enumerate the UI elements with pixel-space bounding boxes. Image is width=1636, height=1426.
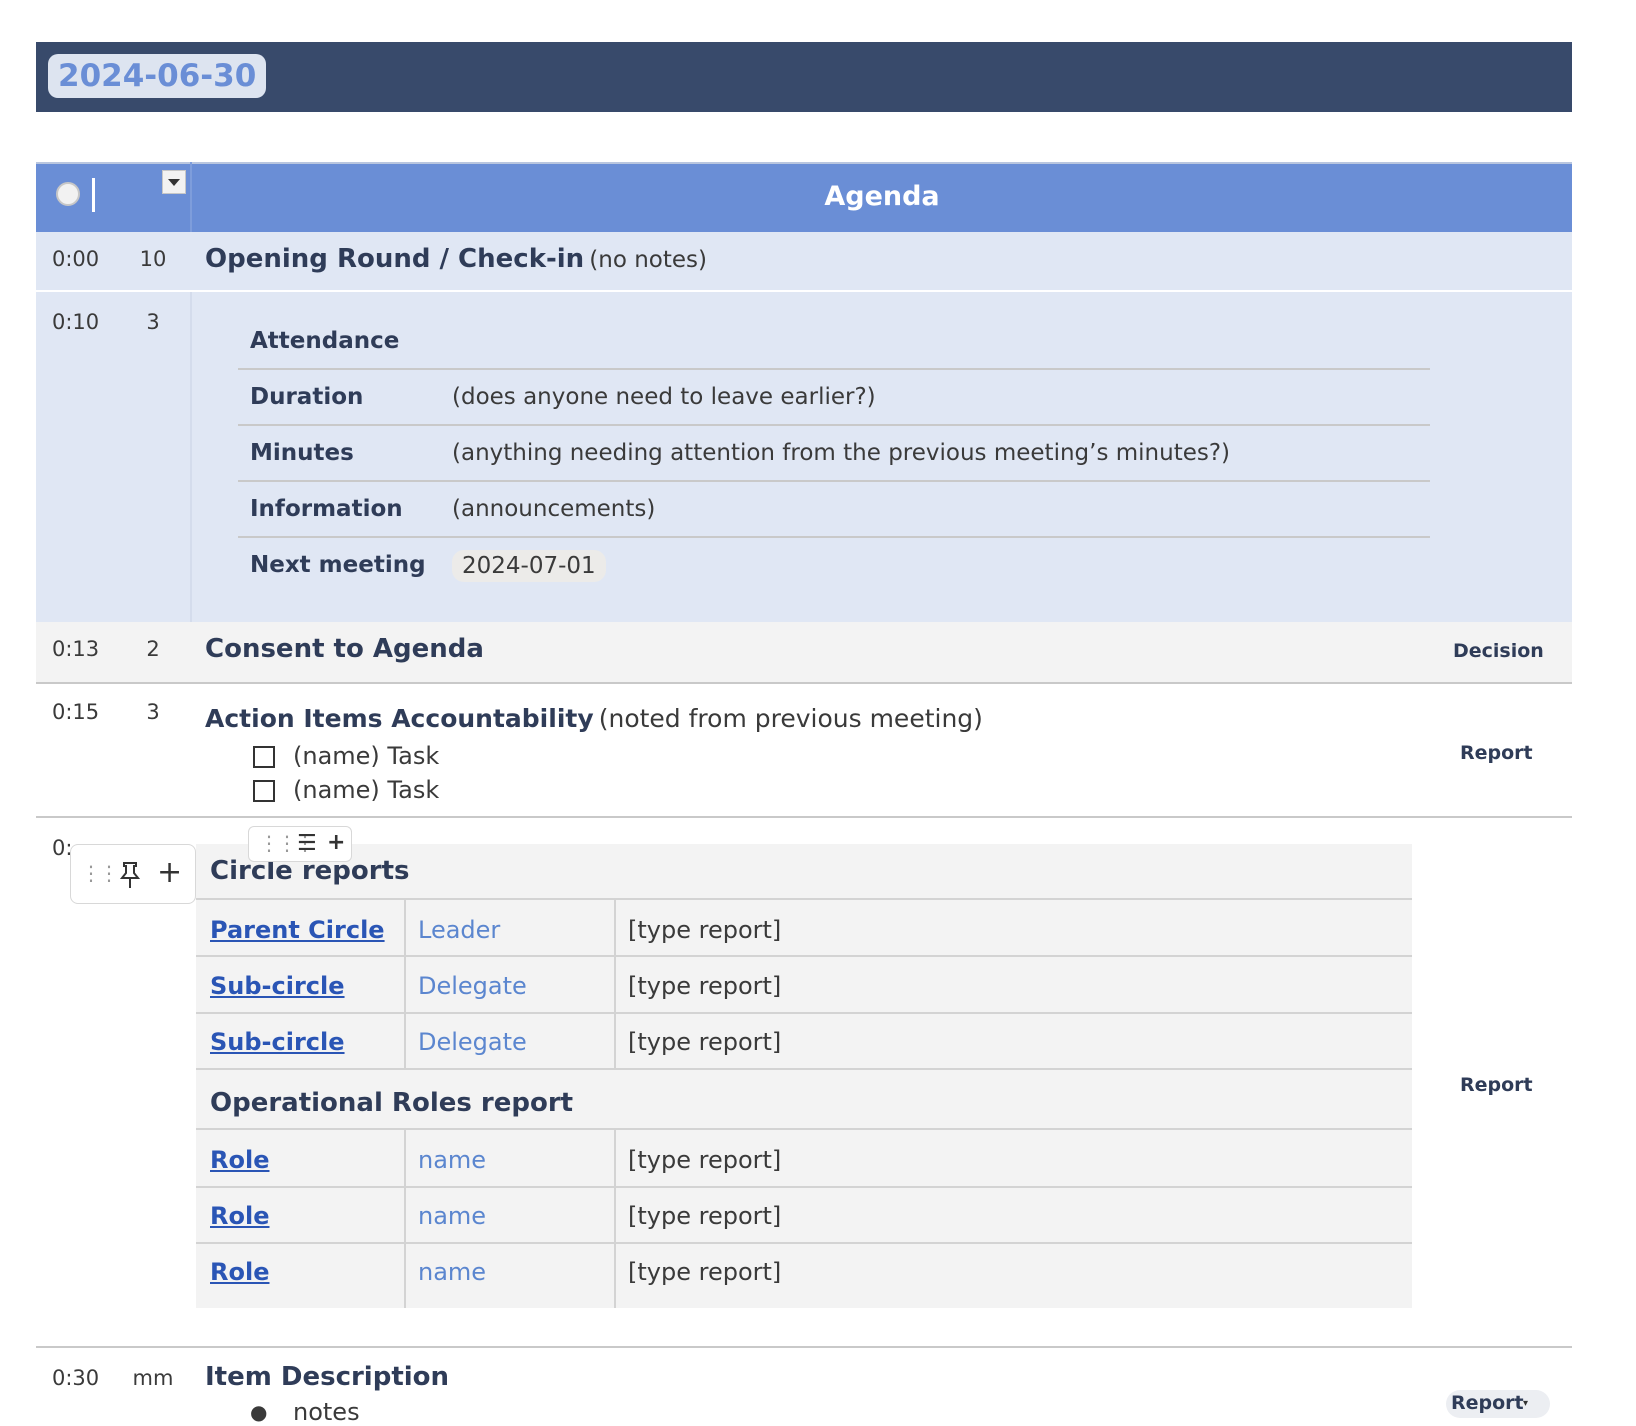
divider (36, 682, 1572, 684)
circle-role[interactable]: Delegate (418, 1028, 527, 1056)
attendance-value[interactable]: (does anyone need to leave earlier?) (452, 384, 876, 410)
task-checkbox[interactable] (253, 780, 275, 802)
attendance-label: Next meeting (250, 552, 426, 578)
col-divider (614, 898, 616, 1068)
header-divider (190, 162, 192, 232)
attendance-label: Duration (250, 384, 364, 410)
role-link[interactable]: Role (210, 1146, 269, 1174)
block-toolbar: ⋮⋮ + (70, 844, 196, 904)
col-divider (190, 292, 192, 622)
next-meeting-date[interactable]: 2024-07-01 (452, 550, 606, 582)
row-duration: mm (132, 1366, 174, 1390)
row-type[interactable]: Report (1451, 1392, 1524, 1414)
row-note: (noted from previous meeting) (598, 704, 983, 733)
role-report[interactable]: [type report] (628, 1146, 781, 1174)
row-duration: 3 (146, 310, 160, 334)
bullet-text[interactable]: notes (293, 1398, 360, 1426)
pin-icon[interactable] (119, 861, 141, 889)
attendance-title: Attendance (250, 328, 400, 354)
role-holder[interactable]: name (418, 1202, 486, 1230)
plus-icon[interactable]: + (327, 830, 345, 855)
divider (238, 424, 1430, 426)
text-cursor (92, 178, 95, 212)
divider (196, 1186, 1412, 1188)
row-note: (no notes) (589, 247, 708, 273)
meeting-date[interactable]: 2024-06-30 (48, 54, 267, 98)
row-duration: 2 (146, 637, 160, 661)
divider (36, 1346, 1572, 1348)
role-holder[interactable]: name (418, 1258, 486, 1286)
divider (238, 536, 1430, 538)
row-title-wrap: Opening Round / Check-in (no notes) (205, 244, 707, 274)
divider (196, 1242, 1412, 1244)
date-banner (36, 42, 1572, 112)
divider (238, 480, 1430, 482)
divider (196, 898, 1412, 900)
task-text[interactable]: (name) Task (293, 776, 439, 804)
circle-reports-table (196, 844, 1412, 1308)
divider (196, 1068, 1412, 1070)
circle-report[interactable]: [type report] (628, 916, 781, 944)
divider (238, 368, 1430, 370)
row-title[interactable]: Opening Round / Check-in (205, 244, 584, 274)
row-duration: 3 (146, 700, 160, 724)
row-type[interactable]: Report (1460, 1074, 1533, 1096)
row-title[interactable]: Item Description (205, 1362, 449, 1392)
role-report[interactable]: [type report] (628, 1202, 781, 1230)
task-checkbox[interactable] (253, 746, 275, 768)
circle-link[interactable]: Parent Circle (210, 916, 385, 944)
row-time: 0:00 (52, 247, 100, 271)
row-duration: 10 (139, 247, 167, 271)
role-holder[interactable]: name (418, 1146, 486, 1174)
row-time: 0:30 (52, 1366, 100, 1390)
attendance-value[interactable]: (announcements) (452, 496, 655, 522)
row-time: 0:15 (52, 700, 100, 724)
agenda-title: Agenda (824, 181, 940, 212)
row-time: 0:13 (52, 637, 100, 661)
task-text[interactable]: (name) Task (293, 742, 439, 770)
row-title[interactable]: Consent to Agenda (205, 634, 484, 664)
circle-link[interactable]: Sub-circle (210, 972, 345, 1000)
circle-role[interactable]: Leader (418, 916, 500, 944)
table-toolbar: ⋮⋮⋮ ☰ + (248, 826, 352, 862)
role-link[interactable]: Role (210, 1202, 269, 1230)
plus-icon[interactable]: + (157, 855, 182, 890)
dropdown-icon[interactable] (162, 170, 186, 194)
circle-role[interactable]: Delegate (418, 972, 527, 1000)
row-type[interactable]: Decision (1453, 640, 1544, 662)
row-title[interactable]: Action Items Accountability (205, 704, 594, 733)
circle-report[interactable]: [type report] (628, 1028, 781, 1056)
divider (196, 1012, 1412, 1014)
col-divider (404, 898, 406, 1068)
col-divider (404, 1128, 406, 1308)
attendance-value[interactable]: (anything needing attention from the pre… (452, 440, 1230, 466)
align-icon[interactable]: ☰ (297, 831, 317, 856)
divider (36, 816, 1572, 818)
bullet-icon: ● (250, 1400, 268, 1424)
attendance-label: Minutes (250, 440, 354, 466)
chevron-down-icon[interactable]: ▾ (1523, 1398, 1528, 1409)
row-title-wrap: Action Items Accountability (noted from … (205, 704, 983, 733)
role-report[interactable]: [type report] (628, 1258, 781, 1286)
circle-report[interactable]: [type report] (628, 972, 781, 1000)
drag-handle-icon[interactable]: ⋮⋮ (81, 861, 119, 885)
row-type[interactable]: Report (1460, 742, 1533, 764)
divider (196, 1128, 1412, 1130)
role-link[interactable]: Role (210, 1258, 269, 1286)
clock-icon[interactable] (56, 182, 80, 206)
divider (196, 955, 1412, 957)
attendance-label: Information (250, 496, 403, 522)
operational-roles-title: Operational Roles report (210, 1088, 574, 1118)
col-divider (614, 1128, 616, 1308)
row-time: 0:10 (52, 310, 100, 334)
circle-link[interactable]: Sub-circle (210, 1028, 345, 1056)
